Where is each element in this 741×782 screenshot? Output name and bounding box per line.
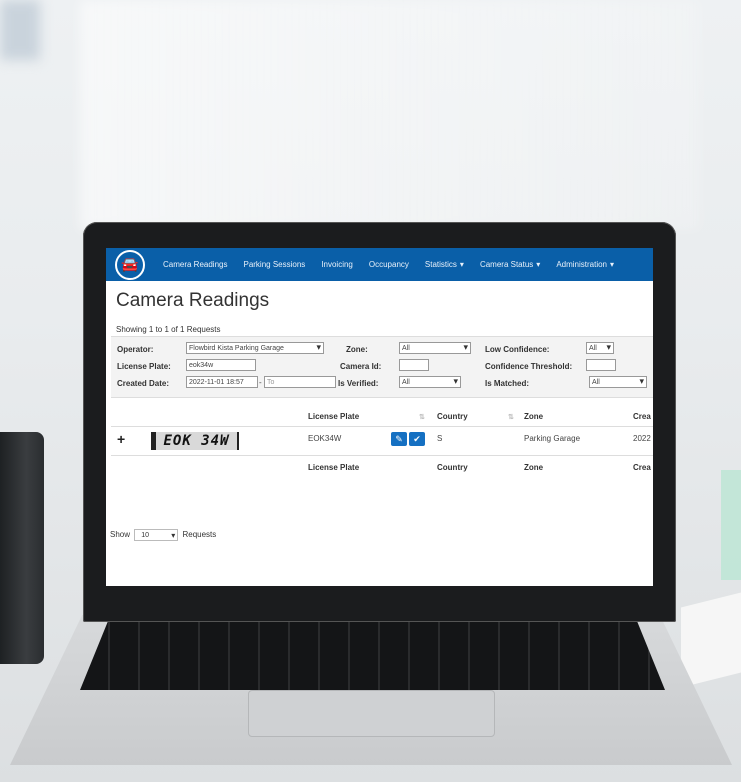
footer-country: Country [437, 463, 468, 472]
header-label: Crea [633, 412, 651, 421]
nav-label: Administration [556, 260, 607, 269]
low-confidence-select[interactable]: All [586, 342, 614, 354]
show-label: Show [110, 530, 131, 540]
is-verified-label: Is Verified: [338, 379, 379, 388]
chevron-down-icon: ▾ [171, 531, 176, 540]
background-window [80, 0, 700, 230]
nav-parking-sessions[interactable]: Parking Sessions [243, 260, 305, 269]
date-range-separator: - [259, 378, 262, 387]
laptop-trackpad [248, 690, 495, 737]
result-count: Showing 1 to 1 of 1 Requests [116, 325, 221, 334]
requests-label: Requests [182, 530, 217, 540]
license-plate-image: EOK 34W [151, 432, 239, 450]
cell-country: S [437, 434, 443, 443]
background-paper [681, 592, 741, 688]
created-date-label: Created Date: [117, 379, 170, 388]
nav-label: Occupancy [368, 260, 409, 269]
row-divider [111, 455, 653, 456]
page-size-value: 10 [141, 532, 150, 539]
caret-down-icon: ▾ [610, 260, 615, 269]
coffee-mug [0, 432, 44, 664]
nav-label: Statistics [424, 260, 457, 269]
is-matched-select[interactable]: All [589, 376, 647, 388]
camera-id-label: Camera Id: [340, 362, 382, 371]
nav-label: Invoicing [321, 260, 353, 269]
sort-icon[interactable]: ⇅ [419, 412, 425, 421]
license-plate-label: License Plate: [117, 362, 171, 371]
background-shape [0, 0, 40, 60]
page-title: Camera Readings [116, 290, 270, 311]
created-to-input[interactable]: To [264, 376, 336, 388]
col-header-created[interactable]: Crea [633, 412, 651, 421]
camera-car-logo-icon[interactable]: 🚘 [115, 249, 145, 280]
confidence-threshold-label: Confidence Threshold: [485, 362, 573, 371]
low-confidence-label: Low Confidence: [485, 345, 550, 354]
camera-id-input[interactable] [399, 359, 429, 371]
sort-icon[interactable]: ⇅ [508, 412, 514, 421]
col-header-country[interactable]: Country [437, 412, 468, 421]
nav-invoicing[interactable]: Invoicing [321, 260, 353, 269]
nav-label: Parking Sessions [243, 260, 306, 269]
cell-zone: Parking Garage [524, 434, 581, 443]
filter-panel: Operator: Flowbird Kista Parking Garage … [111, 336, 653, 398]
operator-label: Operator: [117, 345, 154, 354]
confidence-threshold-input[interactable] [586, 359, 616, 371]
caret-down-icon: ▾ [459, 260, 464, 269]
nav-label: Camera Status [479, 260, 534, 269]
background-object [721, 470, 741, 580]
cell-created: 2022 [633, 434, 651, 443]
col-header-zone[interactable]: Zone [524, 412, 543, 421]
header-label: Country [437, 412, 468, 421]
row-divider [111, 426, 653, 427]
footer-created: Crea [633, 463, 651, 472]
zone-select[interactable]: All [399, 342, 471, 354]
footer-zone: Zone [524, 463, 544, 472]
nav-label: Camera Readings [163, 260, 228, 269]
expand-row-icon[interactable]: + [117, 431, 125, 447]
footer-license-plate: License Plate [308, 463, 360, 472]
header-label: License Plate [308, 412, 360, 421]
cell-license-plate: EOK34W [308, 434, 342, 443]
license-plate-input[interactable]: eok34w [186, 359, 256, 371]
page-size-select[interactable]: 10 ▾ [134, 529, 179, 541]
nav-occupancy[interactable]: Occupancy [369, 260, 409, 269]
app-screen: 🚘 Camera Readings Parking Sessions Invoi… [106, 248, 653, 586]
nav-statistics[interactable]: Statistics ▾ [425, 260, 464, 269]
nav-administration[interactable]: Administration ▾ [556, 260, 614, 269]
page-size-control: Show 10 ▾ Requests [110, 529, 216, 541]
pencil-icon[interactable]: ✎ [391, 432, 407, 446]
created-from-input[interactable]: 2022-11-01 18:57 [186, 376, 258, 388]
operator-select[interactable]: Flowbird Kista Parking Garage [186, 342, 324, 354]
header-label: Zone [524, 412, 544, 421]
laptop-keyboard [80, 618, 665, 690]
nav-camera-status[interactable]: Camera Status ▾ [480, 260, 540, 269]
navbar: 🚘 Camera Readings Parking Sessions Invoi… [106, 248, 653, 281]
nav-camera-readings[interactable]: Camera Readings [163, 260, 227, 269]
check-icon[interactable]: ✔ [409, 432, 425, 446]
col-header-license-plate[interactable]: License Plate [308, 412, 359, 421]
is-matched-label: Is Matched: [485, 379, 530, 388]
zone-label: Zone: [346, 345, 368, 354]
is-verified-select[interactable]: All [399, 376, 461, 388]
caret-down-icon: ▾ [536, 260, 541, 269]
